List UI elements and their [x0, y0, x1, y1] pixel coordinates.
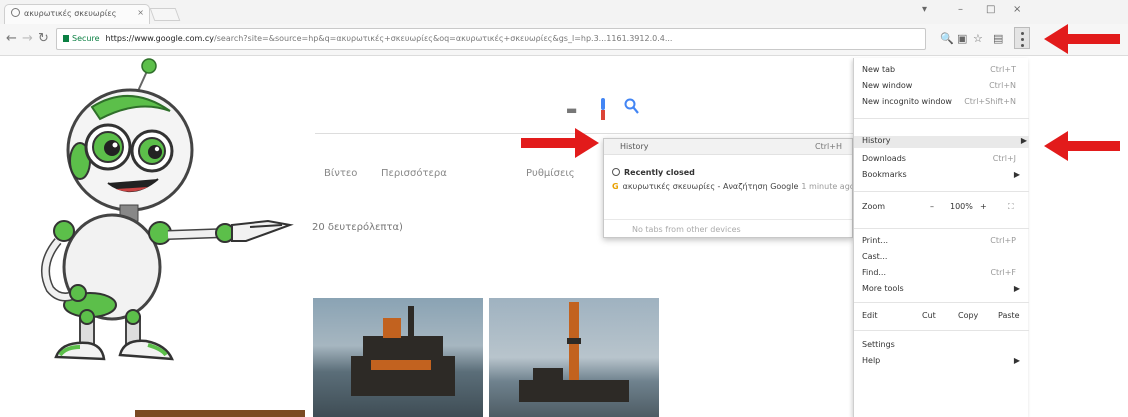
recently-closed-entry[interactable]: Gακυρωτικές σκευωρίες - Αναζήτηση Google… — [604, 177, 852, 191]
submenu-arrow-icon: ▶ — [1013, 284, 1020, 293]
lock-icon — [63, 35, 69, 42]
menu-find[interactable]: Find... Ctrl+F — [862, 268, 1022, 280]
nav-videos[interactable]: Βίντεο — [324, 168, 357, 179]
menu-new-tab[interactable]: New tab Ctrl+T — [862, 65, 1022, 77]
close-window-button[interactable]: × — [1013, 4, 1021, 15]
browser-tab[interactable]: ακυρωτικές σκευωρίες × — [4, 4, 150, 24]
maximize-button[interactable]: □ — [986, 4, 995, 15]
url-path: /search?site=&source=hp&q=ακυρωτικές+σκε… — [214, 34, 673, 43]
secure-label: Secure — [72, 34, 100, 43]
menu-new-window[interactable]: New window Ctrl+N — [862, 81, 1022, 93]
nav-more[interactable]: Περισσότερα — [381, 168, 447, 179]
browser-toolbar: ← → ↻ Secure https://www.google.com.cy/se… — [0, 24, 1128, 56]
submenu-arrow-icon: ▶ — [1013, 356, 1020, 365]
clock-icon — [612, 168, 620, 176]
new-tab-button[interactable] — [149, 8, 181, 21]
submenu-arrow-icon: ▶ — [1020, 136, 1027, 145]
menu-help[interactable]: Help ▶ — [862, 356, 1022, 368]
forward-icon[interactable]: → — [22, 31, 33, 46]
menu-cast[interactable]: Cast... — [862, 252, 1022, 264]
menu-history[interactable]: History ▶ — [854, 136, 1029, 148]
search-icon[interactable] — [624, 98, 640, 116]
image-result-drillship[interactable] — [489, 298, 659, 417]
copy-button[interactable]: Copy — [958, 311, 978, 320]
history-dropdown: History Ctrl+H Recently closed Gακυρωτικ… — [603, 138, 853, 238]
history-shortcut: Ctrl+H — [815, 142, 842, 151]
tab-close-icon[interactable]: × — [137, 8, 144, 17]
menu-bookmarks[interactable]: Bookmarks ▶ — [862, 170, 1022, 182]
extension-icon-2[interactable]: ▤ — [993, 32, 1003, 45]
no-tabs-other-devices: No tabs from other devices — [604, 219, 852, 239]
robot-mascot — [41, 58, 294, 361]
image-result-partial[interactable] — [135, 410, 305, 417]
image-result-oil-rig-1[interactable] — [313, 298, 483, 417]
mic-icon[interactable] — [598, 98, 608, 120]
chrome-menu-button[interactable] — [1014, 27, 1030, 49]
menu-downloads[interactable]: Downloads Ctrl+J — [862, 154, 1022, 166]
menu-zoom: Zoom – 100% + ⛶ — [862, 202, 1014, 212]
menu-edit-row: Edit Cut Copy Paste — [862, 311, 1020, 320]
paste-button[interactable]: Paste — [998, 311, 1020, 320]
zoom-icon[interactable]: 🔍 — [940, 32, 954, 45]
menu-new-incognito[interactable]: New incognito window Ctrl+Shift+N — [862, 97, 1022, 109]
red-arrow-history-popup-icon — [521, 128, 599, 158]
google-favicon-icon: G — [612, 182, 619, 191]
bookmark-star-icon[interactable]: ☆ — [973, 32, 983, 45]
history-header[interactable]: History Ctrl+H — [604, 139, 852, 155]
nav-settings[interactable]: Ρυθμίσεις — [526, 168, 575, 179]
google-favicon-icon — [11, 8, 20, 17]
recently-closed-heading: Recently closed — [604, 155, 852, 177]
results-stats: 20 δευτερόλεπτα) — [312, 222, 403, 233]
url-host: https://www.google.com.cy — [105, 34, 215, 43]
reload-icon[interactable]: ↻ — [38, 31, 49, 46]
zoom-in-button[interactable]: + — [980, 202, 987, 211]
menu-print[interactable]: Print... Ctrl+P — [862, 236, 1022, 248]
minimize-button[interactable]: – — [958, 4, 963, 15]
profile-icon[interactable]: ▾ — [922, 4, 927, 15]
zoom-value: 100% — [950, 202, 973, 211]
menu-more-tools[interactable]: More tools ▶ — [862, 284, 1022, 296]
tab-strip: ακυρωτικές σκευωρίες × ▾ – □ × — [0, 0, 1128, 24]
red-arrow-menu-icon — [1044, 24, 1120, 54]
menu-settings[interactable]: Settings — [862, 340, 1022, 352]
fullscreen-icon[interactable]: ⛶ — [1008, 202, 1014, 212]
keyboard-icon[interactable]: ▬ — [566, 103, 577, 117]
back-icon[interactable]: ← — [6, 31, 17, 46]
tab-title: ακυρωτικές σκευωρίες — [24, 9, 117, 18]
address-bar[interactable]: Secure https://www.google.com.cy/search?s… — [56, 28, 926, 50]
submenu-arrow-icon: ▶ — [1013, 170, 1020, 179]
entry-time: 1 minute ago — [801, 182, 852, 191]
chrome-main-menu: New tab Ctrl+T New window Ctrl+N New incog… — [853, 58, 1029, 417]
extension-icon[interactable]: ▣ — [957, 32, 967, 45]
cut-button[interactable]: Cut — [922, 311, 936, 320]
red-arrow-history-icon — [1044, 131, 1120, 161]
zoom-out-button[interactable]: – — [930, 202, 934, 211]
